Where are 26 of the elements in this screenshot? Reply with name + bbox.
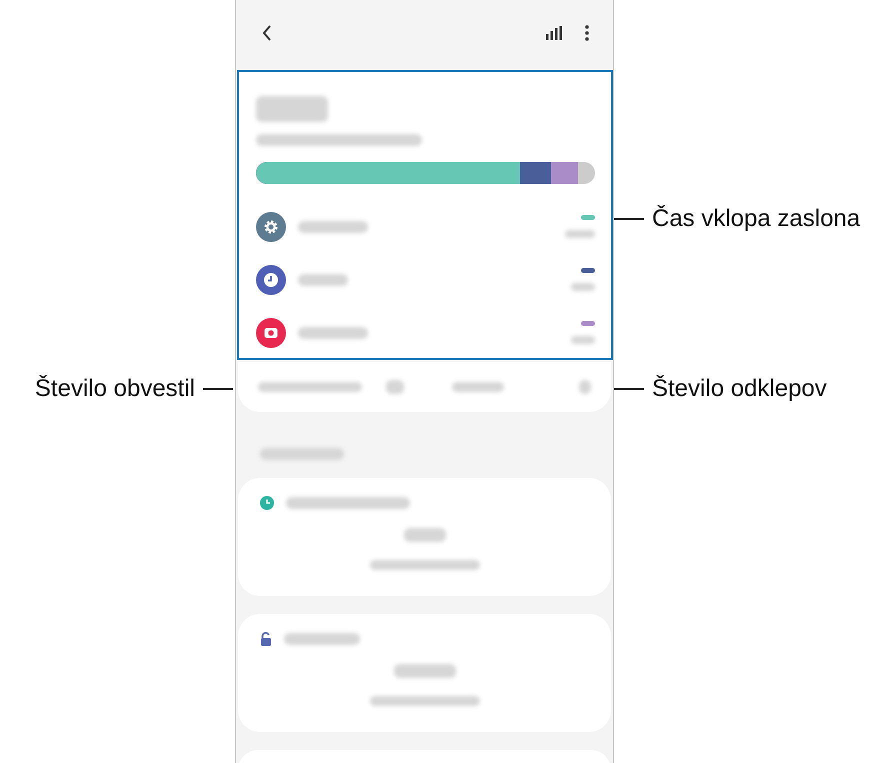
leader-line <box>614 388 644 390</box>
leader-line <box>614 218 644 220</box>
camera-icon <box>256 318 286 348</box>
blurred-value <box>404 528 446 542</box>
gear-icon <box>256 212 286 242</box>
signal-bars-icon[interactable] <box>546 26 562 40</box>
blurred-count <box>579 380 591 394</box>
blurred-time <box>571 283 595 291</box>
blurred-app-name <box>298 220 368 232</box>
blurred-app-name <box>298 326 368 338</box>
clock-icon <box>256 264 286 294</box>
back-icon[interactable] <box>262 25 272 41</box>
blurred-heading <box>256 96 328 122</box>
leader-line <box>203 388 233 390</box>
more-options-icon[interactable] <box>585 25 589 41</box>
blurred-time <box>571 336 595 344</box>
blurred-label <box>452 382 504 392</box>
blurred-count <box>386 380 404 394</box>
callout-label: Čas vklopa zaslona <box>652 205 860 233</box>
unlocked-padlock-icon <box>260 632 272 646</box>
blurred-value <box>394 664 456 678</box>
blurred-app-name <box>298 274 348 286</box>
callout-label: Število obvestil <box>34 375 195 403</box>
blurred-time <box>565 230 595 238</box>
callout-label: Število odklepov <box>652 375 827 403</box>
clock-icon <box>260 496 274 510</box>
